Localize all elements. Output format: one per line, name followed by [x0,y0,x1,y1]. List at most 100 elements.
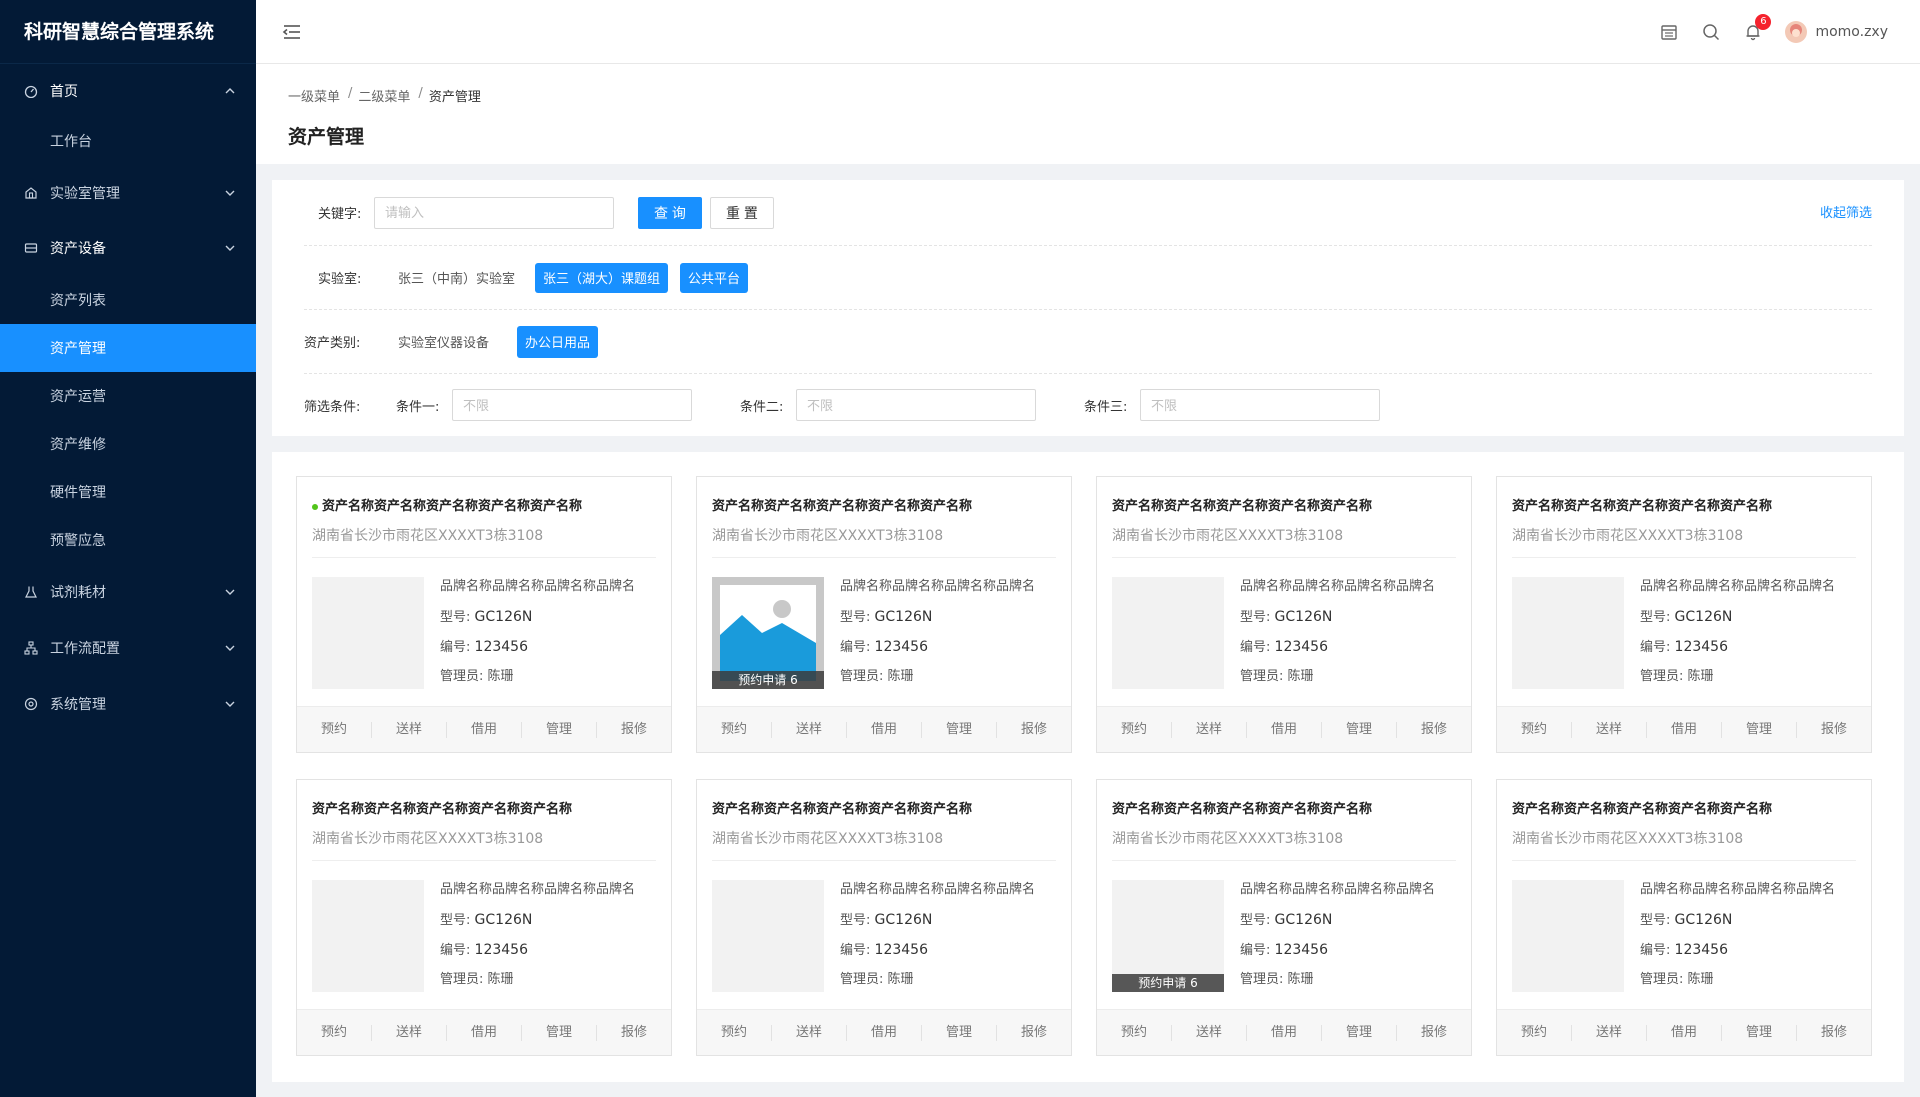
card-action-repair-button[interactable]: 报修 [597,722,671,738]
sidebar-item-asset-repair[interactable]: 资产维修 [0,420,256,468]
sidebar-item-hardware-management[interactable]: 硬件管理 [0,468,256,516]
card-action-send-sample-button[interactable]: 送样 [1172,721,1247,738]
card-action-repair-button[interactable]: 报修 [1397,1025,1471,1041]
breadcrumb-item[interactable]: 二级菜单 [358,86,410,105]
asset-card[interactable]: 资产名称资产名称资产名称资产名称资产名称 湖南省长沙市雨花区XXXXT3栋3108… [696,779,1072,1056]
sidebar-item-system-management[interactable]: 系统管理 [0,676,256,732]
asset-card[interactable]: 资产名称资产名称资产名称资产名称资产名称 湖南省长沙市雨花区XXXXT3栋3108… [296,779,672,1056]
asset-title[interactable]: 资产名称资产名称资产名称资产名称资产名称 [1112,495,1462,514]
card-action-reserve-button[interactable]: 预约 [697,1024,772,1041]
card-action-send-sample-button[interactable]: 送样 [1572,1024,1647,1041]
sidebar-item-asset-management[interactable]: 资产管理 [0,324,256,372]
card-action-reserve-button[interactable]: 预约 [297,721,372,738]
asset-title[interactable]: 资产名称资产名称资产名称资产名称资产名称 [712,798,1062,817]
card-action-manage-button[interactable]: 管理 [522,1024,597,1041]
asset-card[interactable]: 资产名称资产名称资产名称资产名称资产名称 湖南省长沙市雨花区XXXXT3栋3108… [1496,476,1872,753]
sidebar-item-workflow-config[interactable]: 工作流配置 [0,620,256,676]
manager-value: 陈珊 [487,972,514,987]
asset-card[interactable]: 资产名称资产名称资产名称资产名称资产名称 湖南省长沙市雨花区XXXXT3栋3108… [1096,476,1472,753]
card-action-reserve-button[interactable]: 预约 [1097,1024,1172,1041]
keyword-input[interactable] [374,196,614,229]
category-option-lab-instruments[interactable]: 实验室仪器设备 [390,327,497,357]
manager-label: 管理员: [1640,972,1684,987]
card-action-send-sample-button[interactable]: 送样 [372,1024,447,1041]
asset-title-text: 资产名称资产名称资产名称资产名称资产名称 [322,499,583,514]
asset-title[interactable]: 资产名称资产名称资产名称资产名称资产名称 [312,798,662,817]
asset-title[interactable]: 资产名称资产名称资产名称资产名称资产名称 [1112,798,1462,817]
lab-option-public[interactable]: 公共平台 [680,262,749,293]
card-action-reserve-button[interactable]: 预约 [297,1024,372,1041]
card-divider [312,557,656,558]
top-header: 6 momo.zxy [256,0,1920,64]
card-action-manage-button[interactable]: 管理 [1322,1024,1397,1041]
lab-option-zhongnan[interactable]: 张三（中南）实验室 [390,263,523,293]
asset-title[interactable]: 资产名称资产名称资产名称资产名称资产名称 [312,495,662,514]
sidebar-item-home[interactable]: 首页 [0,66,256,116]
card-action-borrow-button[interactable]: 借用 [847,721,922,738]
asset-title[interactable]: 资产名称资产名称资产名称资产名称资产名称 [1512,495,1862,514]
card-action-send-sample-button[interactable]: 送样 [772,721,847,738]
card-action-borrow-button[interactable]: 借用 [1247,1024,1322,1041]
card-action-reserve-button[interactable]: 预约 [697,721,772,738]
lab-option-huda[interactable]: 张三（湖大）课题组 [535,262,669,293]
sidebar-item-asset-equipment[interactable]: 资产设备 [0,220,256,276]
card-action-repair-button[interactable]: 报修 [997,722,1071,738]
asset-card[interactable]: 资产名称资产名称资产名称资产名称资产名称 湖南省长沙市雨花区XXXXT3栋3108… [1496,779,1872,1056]
card-action-manage-button[interactable]: 管理 [922,1024,997,1041]
sidebar-item-label: 工作流配置 [50,641,120,657]
card-action-send-sample-button[interactable]: 送样 [372,721,447,738]
lab-label: 实验室: [318,272,362,287]
card-action-manage-button[interactable]: 管理 [922,721,997,738]
card-action-manage-button[interactable]: 管理 [1722,1024,1797,1041]
asset-card[interactable]: 资产名称资产名称资产名称资产名称资产名称 湖南省长沙市雨花区XXXXT3栋3108… [696,476,1072,753]
sidebar-item-reagents[interactable]: 试剂耗材 [0,564,256,620]
sidebar-item-asset-operation[interactable]: 资产运营 [0,372,256,420]
asset-title[interactable]: 资产名称资产名称资产名称资产名称资产名称 [712,495,1062,514]
sidebar-item-lab-management[interactable]: 实验室管理 [0,166,256,220]
condition2-input[interactable] [796,389,1036,421]
card-actions: 预约 送样 借用 管理 报修 [297,706,671,752]
card-action-manage-button[interactable]: 管理 [522,721,597,738]
card-actions: 预约 送样 借用 管理 报修 [697,706,1071,752]
asset-title[interactable]: 资产名称资产名称资产名称资产名称资产名称 [1512,798,1862,817]
card-action-reserve-button[interactable]: 预约 [1497,721,1572,738]
card-action-borrow-button[interactable]: 借用 [847,1024,922,1041]
card-action-repair-button[interactable]: 报修 [1797,722,1871,738]
sidebar-item-asset-list[interactable]: 资产列表 [0,276,256,324]
collapse-filter-link[interactable]: 收起筛选 [1820,202,1872,221]
query-button[interactable]: 查 询 [638,196,702,229]
card-action-borrow-button[interactable]: 借用 [447,1024,522,1041]
card-action-repair-button[interactable]: 报修 [597,1025,671,1041]
condition1-input[interactable] [452,389,692,421]
card-action-borrow-button[interactable]: 借用 [447,721,522,738]
user-menu[interactable]: momo.zxy [1785,21,1888,43]
condition3-input[interactable] [1140,389,1380,421]
card-action-manage-button[interactable]: 管理 [1722,721,1797,738]
card-action-repair-button[interactable]: 报修 [1397,722,1471,738]
sidebar-item-alert-emergency[interactable]: 预警应急 [0,516,256,564]
card-action-send-sample-button[interactable]: 送样 [772,1024,847,1041]
card-action-reserve-button[interactable]: 预约 [1497,1024,1572,1041]
card-action-manage-button[interactable]: 管理 [1322,721,1397,738]
card-action-repair-button[interactable]: 报修 [1797,1025,1871,1041]
card-action-send-sample-button[interactable]: 送样 [1172,1024,1247,1041]
reset-button[interactable]: 重 置 [710,196,774,229]
model-value: GC126N [1674,609,1733,625]
card-action-borrow-button[interactable]: 借用 [1247,721,1322,738]
bell-icon[interactable]: 6 [1743,14,1772,42]
menu-fold-icon[interactable] [282,22,302,42]
asset-card[interactable]: 资产名称资产名称资产名称资产名称资产名称 湖南省长沙市雨花区XXXXT3栋3108… [1096,779,1472,1056]
search-icon[interactable] [1701,22,1721,42]
model-value: GC126N [874,912,933,928]
card-action-borrow-button[interactable]: 借用 [1647,1024,1722,1041]
card-action-borrow-button[interactable]: 借用 [1647,721,1722,738]
card-action-repair-button[interactable]: 报修 [997,1025,1071,1041]
sidebar-item-workbench[interactable]: 工作台 [0,116,256,166]
reservation-badge: 预约申请 6 [712,671,824,689]
calendar-icon[interactable] [1659,22,1679,42]
category-option-office-supplies[interactable]: 办公日用品 [517,325,599,358]
asset-card[interactable]: 资产名称资产名称资产名称资产名称资产名称 湖南省长沙市雨花区XXXXT3栋3108… [296,476,672,753]
card-action-reserve-button[interactable]: 预约 [1097,721,1172,738]
breadcrumb-item[interactable]: 一级菜单 [288,86,340,105]
card-action-send-sample-button[interactable]: 送样 [1572,721,1647,738]
